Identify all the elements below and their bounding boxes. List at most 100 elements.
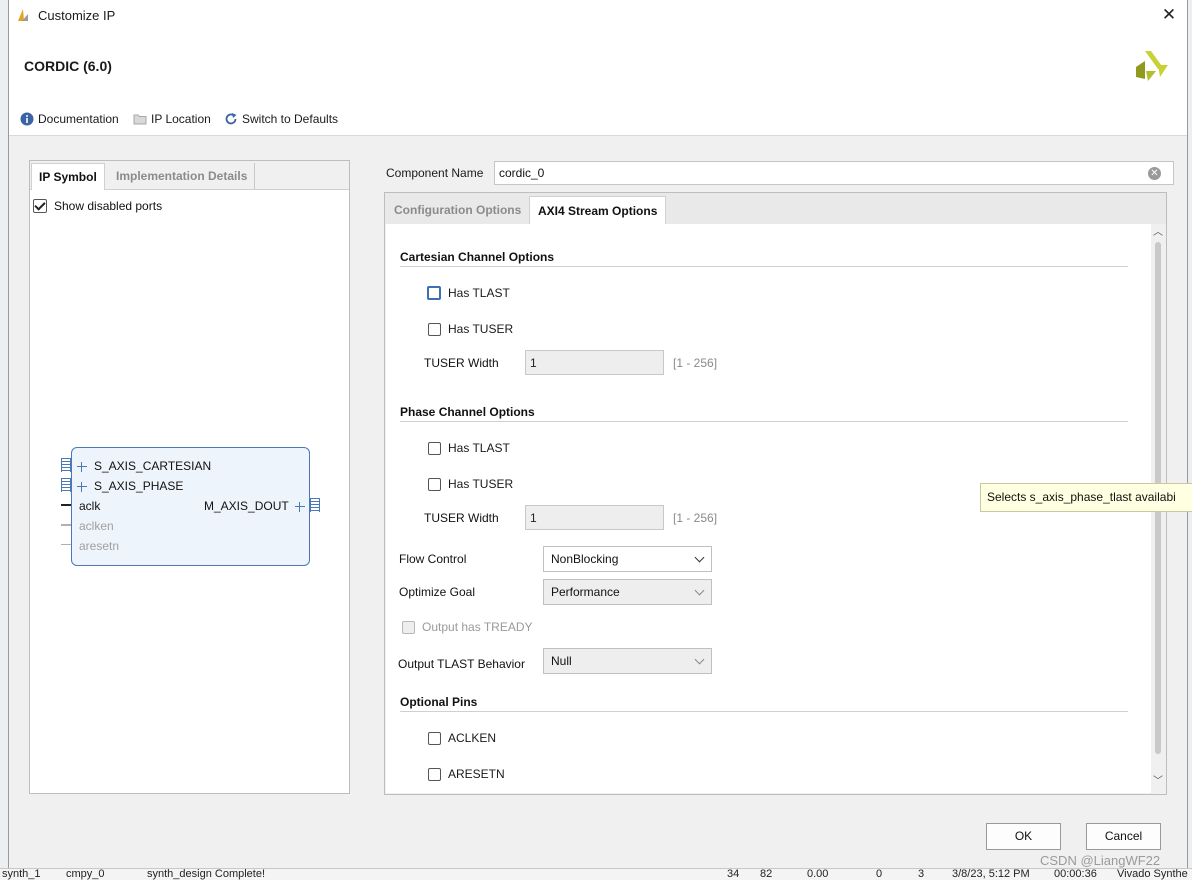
documentation-label: Documentation [38, 112, 119, 126]
cartesian-has-tuser-checkbox[interactable]: Has TUSER [428, 322, 513, 336]
checkbox-checked-icon [33, 199, 47, 213]
bg-cell: Vivado Synthe [1117, 868, 1188, 880]
show-disabled-ports-label: Show disabled ports [54, 199, 163, 213]
aresetn-checkbox[interactable]: ARESETN [428, 767, 505, 781]
bg-cell: 82 [760, 868, 773, 880]
phase-tuser-width-input[interactable]: 1 [525, 505, 664, 530]
tab-ip-symbol[interactable]: IP Symbol [31, 163, 105, 190]
optional-pins-section-title: Optional Pins [400, 695, 478, 709]
optimize-goal-label: Optimize Goal [399, 585, 476, 599]
phase-tuser-width-label: TUSER Width [424, 511, 499, 525]
cartesian-tuser-width-label: TUSER Width [424, 356, 499, 370]
output-tlast-behavior-value: Null [551, 654, 572, 668]
expand-bus-icon[interactable] [77, 462, 87, 472]
tab-axi4-stream-options[interactable]: AXI4 Stream Options [529, 196, 667, 225]
ip-location-label: IP Location [151, 112, 211, 126]
tab-implementation-details[interactable]: Implementation Details [109, 163, 256, 189]
phase-tuser-width-range: [1 - 256] [673, 511, 718, 525]
scroll-down-icon[interactable]: ﹀ [1153, 777, 1163, 787]
component-name-input[interactable] [494, 161, 1174, 185]
bg-cell: synth_1 [2, 868, 41, 880]
port-m-axis-dout: M_AXIS_DOUT [204, 499, 289, 513]
clear-icon[interactable]: ✕ [1148, 167, 1161, 180]
bus-interface-icon [61, 478, 71, 492]
output-has-tready-checkbox[interactable]: Output has TREADY [402, 620, 533, 634]
component-name-label: Component Name [386, 166, 484, 180]
cartesian-tuser-width-range: [1 - 256] [673, 356, 718, 370]
right-tab-bar: Configuration Options AXI4 Stream Option… [385, 193, 1166, 225]
bus-interface-icon [310, 498, 320, 512]
checkbox-icon [402, 620, 415, 634]
ip-location-link[interactable]: IP Location [133, 110, 211, 128]
ip-header: CORDIC (6.0) Documentation IP Location S… [9, 31, 1187, 136]
ok-button[interactable]: OK [986, 823, 1061, 850]
cartesian-has-tuser-label: Has TUSER [448, 322, 514, 336]
bg-cell: 34 [727, 868, 740, 880]
show-disabled-ports-checkbox[interactable]: Show disabled ports [33, 199, 162, 213]
cartesian-has-tlast-label: Has TLAST [448, 286, 510, 300]
cartesian-has-tlast-checkbox[interactable]: Has TLAST [427, 286, 510, 300]
cancel-button[interactable]: Cancel [1086, 823, 1161, 850]
bus-interface-icon [61, 458, 71, 472]
title-bar: Customize IP ✕ [9, 0, 1187, 32]
aclken-checkbox[interactable]: ACLKEN [428, 731, 496, 745]
folder-icon [133, 114, 147, 125]
aclken-label: ACLKEN [448, 731, 497, 745]
xilinx-logo-icon [1136, 51, 1168, 81]
phase-has-tlast-checkbox[interactable]: Has TLAST [428, 441, 510, 455]
section-divider [400, 711, 1128, 712]
tab-configuration-options[interactable]: Configuration Options [386, 196, 531, 224]
switch-to-defaults-label: Switch to Defaults [242, 112, 339, 126]
expand-bus-icon[interactable] [77, 482, 87, 492]
background-runs-row: synth_1 cmpy_0 synth_design Complete! 34… [0, 868, 1192, 880]
scroll-up-icon[interactable]: ︿ [1153, 228, 1163, 238]
close-button[interactable]: ✕ [1157, 4, 1181, 26]
output-has-tready-label: Output has TREADY [422, 620, 533, 634]
bg-cell: cmpy_0 [66, 868, 105, 880]
flow-control-label: Flow Control [399, 552, 467, 566]
info-icon [20, 112, 34, 126]
bg-cell: 0 [876, 868, 883, 880]
bg-cell: 3/8/23, 5:12 PM [952, 868, 1030, 880]
port-aclk: aclk [79, 499, 101, 513]
chevron-down-icon [694, 552, 705, 563]
refresh-icon [225, 113, 237, 125]
phase-has-tuser-checkbox[interactable]: Has TUSER [428, 477, 513, 491]
bg-cell: 0.00 [807, 868, 829, 880]
flow-control-select[interactable]: NonBlocking [543, 546, 712, 572]
left-tab-bar: IP Symbol Implementation Details [30, 161, 349, 190]
port-pin [61, 524, 71, 526]
checkbox-icon [427, 286, 441, 300]
port-aresetn: aresetn [79, 539, 120, 553]
aresetn-label: ARESETN [448, 767, 505, 781]
section-divider [400, 421, 1128, 422]
customize-ip-dialog: Customize IP ✕ CORDIC (6.0) Documentatio… [8, 0, 1188, 868]
bg-cell: synth_design Complete! [147, 868, 266, 880]
chevron-down-icon [694, 654, 705, 665]
phase-has-tuser-label: Has TUSER [448, 477, 514, 491]
optimize-goal-select[interactable]: Performance [543, 579, 712, 605]
cartesian-section-title: Cartesian Channel Options [400, 250, 555, 264]
window-title: Customize IP [38, 8, 116, 23]
switch-to-defaults-link[interactable]: Switch to Defaults [224, 110, 338, 128]
output-tlast-behavior-label: Output TLAST Behavior [398, 657, 525, 671]
phase-has-tlast-label: Has TLAST [448, 441, 510, 455]
cartesian-tuser-width-input[interactable]: 1 [525, 350, 664, 375]
checkbox-icon [428, 731, 441, 745]
section-divider [400, 266, 1128, 267]
checkbox-icon [428, 767, 441, 781]
checkbox-icon [428, 441, 441, 455]
bg-cell: 3 [918, 868, 925, 880]
vivado-app-icon [18, 9, 28, 21]
checkbox-icon [428, 322, 441, 336]
port-s-axis-cartesian: S_AXIS_CARTESIAN [94, 459, 212, 473]
watermark-text: CSDN @LiangWF22 [1040, 853, 1161, 868]
bg-cell: 00:00:36 [1054, 868, 1097, 880]
port-pin [61, 544, 71, 545]
documentation-link[interactable]: Documentation [20, 110, 119, 128]
expand-bus-icon[interactable] [295, 502, 305, 512]
ip-title: CORDIC (6.0) [24, 58, 112, 74]
output-tlast-behavior-select[interactable]: Null [543, 648, 712, 674]
port-aclken: aclken [79, 519, 114, 533]
ip-symbol-panel: IP Symbol Implementation Details Show di… [29, 160, 350, 794]
